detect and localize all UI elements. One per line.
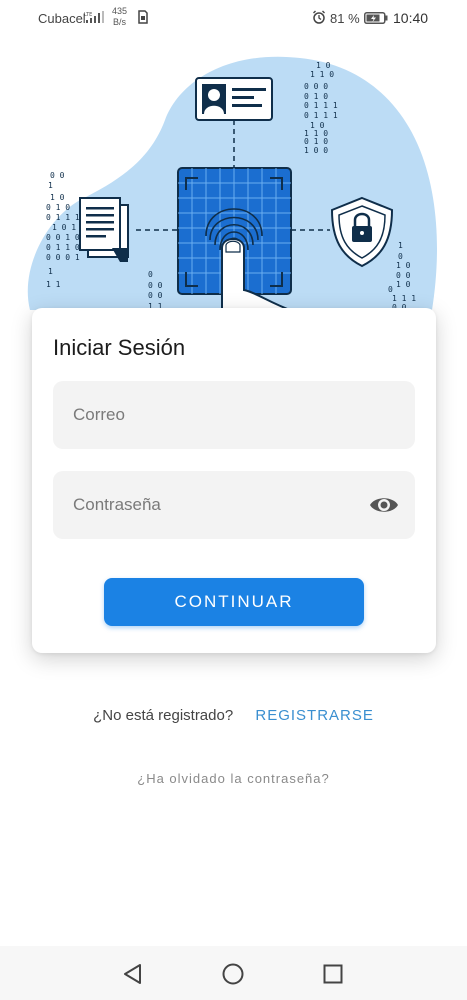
svg-text:1 0: 1 0	[396, 280, 411, 289]
forgot-password-link[interactable]: ¿Ha olvidado la contraseña?	[0, 771, 467, 786]
alarm-icon	[313, 10, 325, 24]
register-link[interactable]: REGISTRARSE	[255, 707, 374, 724]
login-card: Iniciar Sesión CONTINUAR	[32, 308, 436, 653]
svg-text:1: 1	[398, 241, 403, 250]
svg-text:0 0: 0 0	[148, 291, 163, 300]
svg-text:0 1 1 1: 0 1 1 1	[46, 213, 80, 222]
carrier-name: Cubacel	[38, 11, 86, 26]
svg-text:0 0 0: 0 0 0	[304, 82, 328, 91]
login-title: Iniciar Sesión	[53, 335, 186, 360]
signal-icon: LTE	[84, 11, 104, 23]
svg-text:1: 1	[48, 181, 53, 190]
register-row: ¿No está registrado? REGISTRARSE	[0, 707, 467, 724]
svg-text:0: 0	[148, 270, 153, 279]
email-field[interactable]	[53, 381, 415, 449]
svg-text:1 0: 1 0	[316, 61, 331, 70]
eye-icon[interactable]	[369, 493, 399, 517]
recent-square-icon[interactable]	[321, 962, 345, 986]
svg-text:0 1 0: 0 1 0	[304, 137, 328, 146]
svg-text:1 0 0: 1 0 0	[304, 146, 328, 155]
network-type-label: LTE	[84, 12, 92, 18]
svg-text:1: 1	[48, 267, 53, 276]
svg-text:0 0 0 1: 0 0 0 1	[46, 253, 80, 262]
status-bar: Cubacel LTE 435 B/s 81 % 10:40	[0, 0, 467, 36]
svg-text:1 1: 1 1	[46, 280, 61, 289]
svg-text:0 0: 0 0	[396, 271, 411, 280]
svg-text:1 1 0: 1 1 0	[310, 70, 334, 79]
battery-icon	[364, 12, 388, 24]
svg-text:0 0: 0 0	[148, 281, 163, 290]
home-circle-icon[interactable]	[221, 962, 245, 986]
clock-time: 10:40	[393, 10, 429, 26]
back-triangle-icon[interactable]	[121, 962, 145, 986]
svg-text:0 1 1 0: 0 1 1 0	[46, 243, 80, 252]
security-illustration: 1 0 1 1 0 0 0 0 0 1 0 0 1 1 1 0 1 1 1 1 …	[27, 56, 437, 330]
register-question: ¿No está registrado?	[93, 707, 234, 724]
password-field[interactable]	[53, 471, 415, 539]
svg-text:1 0: 1 0	[396, 261, 411, 270]
svg-text:0 0: 0 0	[50, 171, 65, 180]
svg-text:0: 0	[388, 285, 393, 294]
network-speed: 435 B/s	[112, 6, 127, 28]
email-input[interactable]	[53, 381, 343, 449]
continue-button[interactable]: CONTINUAR	[104, 578, 364, 626]
speed-value: 435	[112, 6, 128, 16]
svg-text:1 0 1: 1 0 1	[52, 223, 76, 232]
sim-icon	[138, 10, 148, 24]
battery-percent: 81 %	[330, 11, 360, 26]
speed-unit: B/s	[113, 17, 127, 27]
svg-text:0 1 1 1: 0 1 1 1	[304, 111, 338, 120]
svg-text:0 1 0: 0 1 0	[304, 92, 328, 101]
svg-text:0 0 1 0: 0 0 1 0	[46, 233, 80, 242]
password-input[interactable]	[53, 471, 343, 539]
svg-text:1 0: 1 0	[50, 193, 65, 202]
navigation-bar	[0, 946, 467, 1000]
svg-text:0 1 0: 0 1 0	[46, 203, 70, 212]
svg-text:0: 0	[398, 252, 403, 261]
svg-text:0 1 1 1: 0 1 1 1	[304, 101, 338, 110]
svg-text:1 1 1: 1 1 1	[392, 294, 416, 303]
